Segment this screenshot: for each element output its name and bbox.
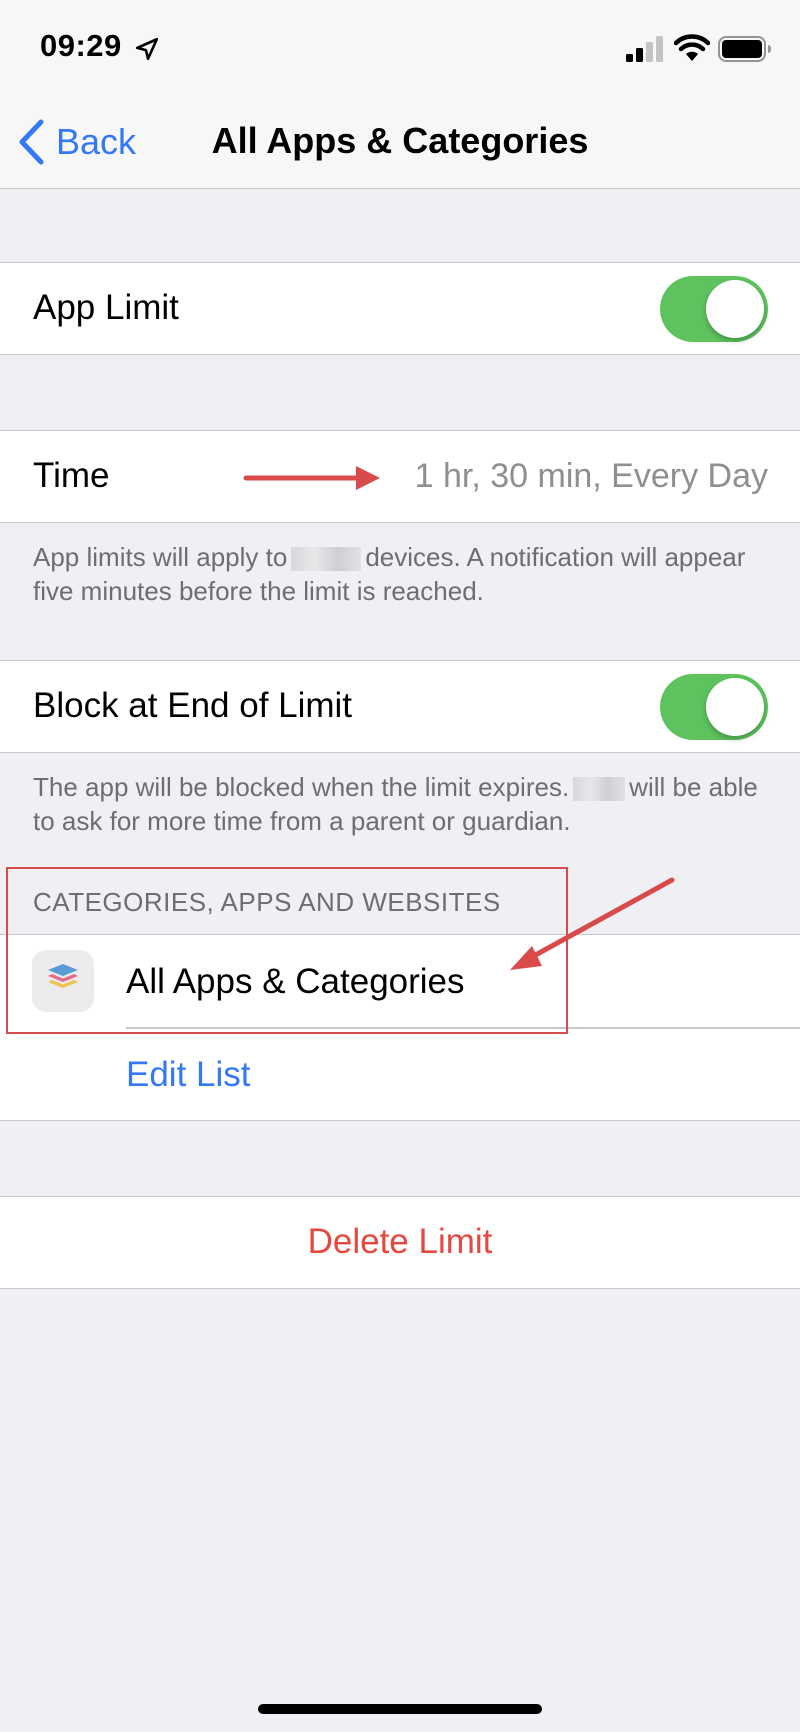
- back-button-label: Back: [56, 121, 137, 162]
- app-limit-row: App Limit: [0, 262, 800, 355]
- status-time: 09:29: [40, 28, 122, 63]
- time-label: Time: [33, 456, 110, 495]
- cellular-signal-icon: [626, 36, 663, 62]
- time-value: 1 hr, 30 min, Every Day: [414, 457, 768, 495]
- block-at-end-row: Block at End of Limit: [0, 660, 800, 753]
- chevron-left-icon: [19, 119, 44, 165]
- redacted-name: [573, 777, 626, 802]
- annotation-highlight-box: [6, 867, 568, 1034]
- time-row[interactable]: Time 1 hr, 30 min, Every Day: [0, 430, 800, 523]
- redacted-name: [291, 547, 362, 572]
- annotation-layer: [243, 466, 675, 970]
- back-button[interactable]: Back: [16, 116, 136, 168]
- status-bar: 09:29: [0, 0, 800, 96]
- block-footer-part1: The app will be blocked when the limit e…: [33, 772, 570, 802]
- battery-icon: [718, 36, 771, 62]
- home-indicator: [258, 1704, 542, 1714]
- app-limit-toggle[interactable]: [660, 276, 768, 342]
- toggle-knob: [706, 678, 764, 736]
- block-at-end-label: Block at End of Limit: [33, 686, 353, 725]
- location-arrow-icon: [135, 37, 159, 61]
- navigation-bar: All Apps & Categories Back: [0, 96, 800, 189]
- time-footer-part1: App limits will apply to: [33, 542, 288, 572]
- toggle-knob: [706, 280, 764, 338]
- app-limit-label: App Limit: [33, 288, 179, 327]
- block-at-end-toggle[interactable]: [660, 674, 768, 740]
- block-footer-note: The app will be blocked when the limit e…: [33, 770, 773, 838]
- time-footer-note: App limits will apply to devices. A notif…: [33, 540, 773, 608]
- delete-limit-label: Delete Limit: [307, 1222, 493, 1261]
- edit-list-button[interactable]: Edit List: [126, 1029, 251, 1121]
- delete-limit-button[interactable]: Delete Limit: [0, 1196, 800, 1289]
- wifi-icon: [674, 34, 710, 61]
